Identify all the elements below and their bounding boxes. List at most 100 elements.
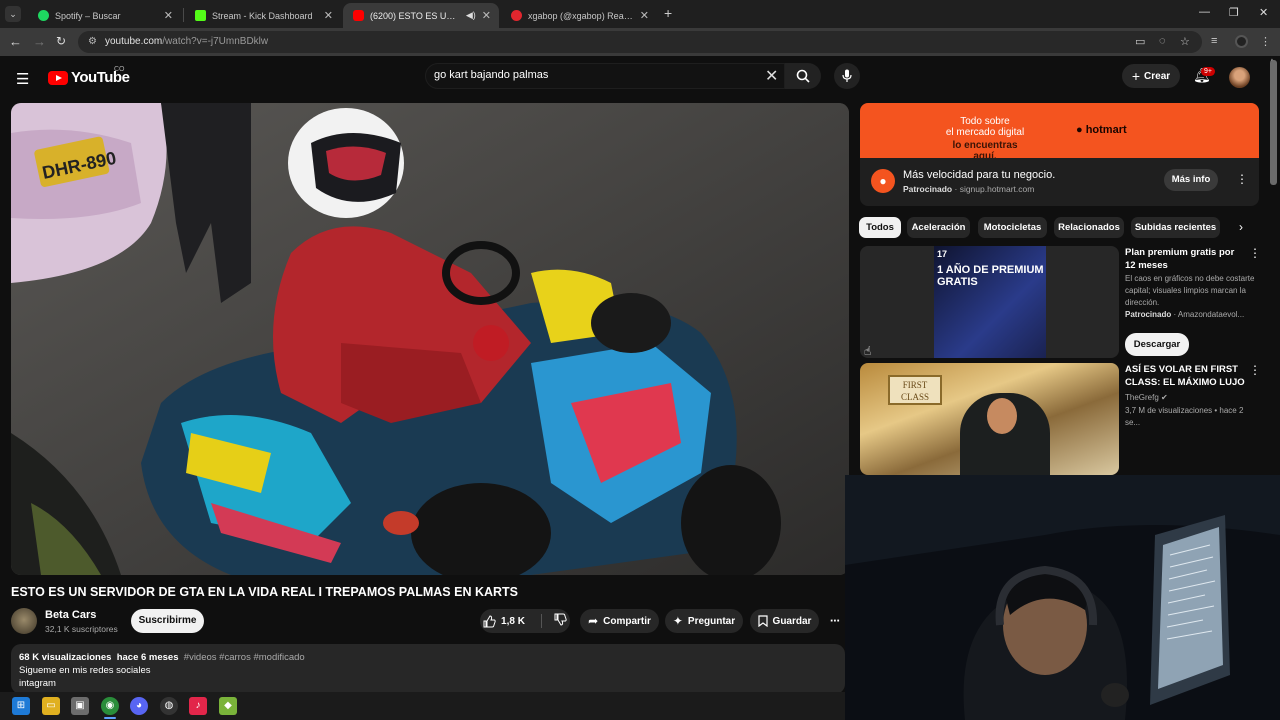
ad-headline[interactable]: Más velocidad para tu negocio. (903, 169, 1055, 181)
search-icon (796, 69, 810, 83)
tab-search-button[interactable]: ⌄ (5, 6, 21, 22)
chip-aceleracion[interactable]: Aceleración (907, 217, 970, 238)
dislike-button[interactable] (554, 613, 567, 629)
video-thumbnail[interactable]: FIRST CLASS (860, 363, 1119, 475)
share-icon: ➦ (588, 614, 599, 628)
url-text[interactable]: youtube.com/watch?v=-j7UmnBDklw (105, 36, 268, 47)
recommendation-channel[interactable]: TheGrefg ✔ (1125, 392, 1260, 404)
youtube-logo[interactable]: YouTube CO (48, 66, 130, 86)
game-launcher-icon[interactable]: ◆ (219, 697, 237, 715)
hotmart-brand: hotmart (1085, 124, 1127, 136)
menu-icon[interactable]: ☰ (16, 70, 29, 88)
item-menu-icon[interactable]: ⋮ (1249, 363, 1261, 377)
bookmark-star-icon[interactable]: ☆ (1180, 35, 1190, 48)
tab-title: Spotify – Buscar (55, 10, 121, 21)
recommendation-item[interactable]: 17 1 AÑO DE PREMIUM GRATIS Plan premium … (860, 246, 1261, 358)
video-thumbnail[interactable]: 17 1 AÑO DE PREMIUM GRATIS (860, 246, 1119, 358)
browser-menu-icon[interactable]: ⋮ (1260, 35, 1271, 48)
youtube-icon (353, 10, 364, 21)
ad-menu-icon[interactable]: ⋮ (1236, 172, 1248, 186)
tab-title: xgabop (@xgabop) Realtime Ki (528, 10, 634, 21)
windows-start-icon[interactable]: ⊞ (12, 697, 30, 715)
ad-banner-text: Todo sobre el mercado digital (945, 116, 1025, 138)
eye-slash-icon[interactable]: ◌ (1159, 35, 1166, 47)
ad-info-card: ● Más velocidad para tu negocio. Patroci… (860, 158, 1259, 206)
item-menu-icon[interactable]: ⋮ (1249, 246, 1261, 260)
cast-icon[interactable]: ▭ (1135, 35, 1145, 48)
tab-kick[interactable]: Stream - Kick Dashboard ✕ (185, 3, 341, 28)
tab-youtube-active[interactable]: (6200) ESTO ES UN SERVID ◀) ✕ (343, 3, 499, 28)
ad-sponsor-line: Patrocinado · signup.hotmart.com (903, 184, 1035, 194)
tab-close-icon[interactable]: ✕ (482, 9, 491, 22)
chip-motocicletas[interactable]: Motocicletas (978, 217, 1047, 238)
discord-icon[interactable]: ◕ (130, 697, 148, 715)
subscriber-count: 32,1 K suscriptores (45, 624, 118, 634)
chevron-right-icon[interactable]: › (1239, 220, 1243, 234)
browser-profile-avatar[interactable] (1235, 35, 1248, 48)
address-bar[interactable]: ⚙ youtube.com/watch?v=-j7UmnBDklw ▭ ◌ ☆ (78, 31, 1202, 53)
chip-todos[interactable]: Todos (859, 217, 901, 238)
thumbnail-art: 17 1 AÑO DE PREMIUM GRATIS (934, 246, 1046, 358)
ask-button[interactable]: ✦ Preguntar (665, 609, 743, 633)
account-avatar[interactable] (1229, 67, 1250, 88)
recommendation-sponsor: Patrocinado · Amazondataevol... (1125, 310, 1245, 319)
save-button[interactable]: Guardar (750, 609, 819, 633)
tradingview-logo: 17 (937, 249, 948, 259)
description-line: Sigueme en mis redes sociales (19, 665, 151, 676)
recommendation-item[interactable]: FIRST CLASS ASÍ ES VOLAR EN FIRST CLASS:… (860, 363, 1261, 475)
media-control-icon[interactable]: ≡ (1211, 35, 1217, 47)
share-button[interactable]: ➦ Compartir (580, 609, 659, 633)
more-actions-icon[interactable]: ⋯ (825, 609, 845, 633)
chip-subidas-recientes[interactable]: Subidas recientes (1131, 217, 1220, 238)
share-label: Compartir (603, 615, 651, 627)
video-frame: DHR-890 (11, 103, 849, 575)
tab-close-icon[interactable]: ✕ (640, 9, 649, 22)
file-explorer-icon[interactable]: ▭ (42, 697, 60, 715)
close-window-icon[interactable]: ✕ (1259, 6, 1268, 19)
speaker-icon[interactable]: ◀) (466, 10, 476, 21)
browser-tab-bar: ⌄ Spotify – Buscar ✕ Stream - Kick Dashb… (0, 0, 1280, 28)
thumbs-up-icon (483, 614, 496, 627)
voice-search-button[interactable] (834, 63, 860, 89)
tab-close-icon[interactable]: ✕ (324, 9, 333, 22)
channel-avatar[interactable] (11, 608, 37, 634)
chip-relacionados[interactable]: Relacionados (1054, 217, 1124, 238)
back-icon[interactable]: ← (9, 34, 22, 49)
minimize-icon[interactable]: — (1199, 6, 1210, 18)
video-title: ESTO ES UN SERVIDOR DE GTA EN LA VIDA RE… (11, 585, 518, 599)
tab-xgabop[interactable]: xgabop (@xgabop) Realtime Ki ✕ (501, 3, 657, 28)
reload-icon[interactable]: ↻ (56, 34, 66, 48)
app-icon[interactable]: ▣ (71, 697, 89, 715)
description-box[interactable]: 68 K visualizaciones hace 6 meses #video… (11, 644, 845, 694)
filter-chips: Todos Aceleración Motocicletas Relaciona… (859, 217, 1259, 239)
tab-spotify[interactable]: Spotify – Buscar ✕ (28, 3, 181, 28)
video-player[interactable]: DHR-890 (11, 103, 849, 575)
tiktok-icon[interactable]: ♪ (189, 697, 207, 715)
create-button[interactable]: + Crear (1122, 64, 1180, 88)
channel-name[interactable]: Beta Cars (45, 609, 96, 621)
sponsored-label: Patrocinado (1125, 310, 1172, 319)
recommendation-title[interactable]: Plan premium gratis por 12 meses (1125, 246, 1247, 272)
hashtags[interactable]: #videos #carros #modificado (184, 652, 305, 663)
country-code: CO (114, 66, 125, 73)
sparkle-icon: ✦ (672, 614, 683, 628)
download-button[interactable]: Descargar (1125, 333, 1189, 356)
new-tab-button[interactable]: + (664, 5, 672, 21)
subscribe-button[interactable]: Suscribirme (131, 609, 204, 633)
obs-icon[interactable]: ◍ (160, 697, 178, 715)
search-input[interactable] (434, 69, 754, 81)
clear-search-icon[interactable]: ✕ (765, 66, 778, 86)
recommendation-title[interactable]: ASÍ ES VOLAR EN FIRST CLASS: EL MÁXIMO L… (1125, 363, 1247, 389)
microphone-icon (842, 69, 852, 82)
page-scrollbar[interactable] (1270, 60, 1277, 185)
restore-icon[interactable]: ❐ (1229, 6, 1239, 19)
forward-icon[interactable]: → (33, 34, 46, 49)
search-button[interactable] (785, 63, 821, 89)
ad-banner-image[interactable]: Todo sobre el mercado digital lo encuent… (860, 103, 1259, 158)
chrome-icon[interactable]: ◉ (101, 697, 119, 715)
like-button[interactable]: 1,8 K (483, 614, 525, 628)
ad-more-info-button[interactable]: Más info (1164, 169, 1218, 191)
tab-close-icon[interactable]: ✕ (164, 9, 173, 22)
site-info-icon[interactable]: ⚙ (88, 36, 97, 47)
thumbnail-face (987, 398, 1017, 434)
